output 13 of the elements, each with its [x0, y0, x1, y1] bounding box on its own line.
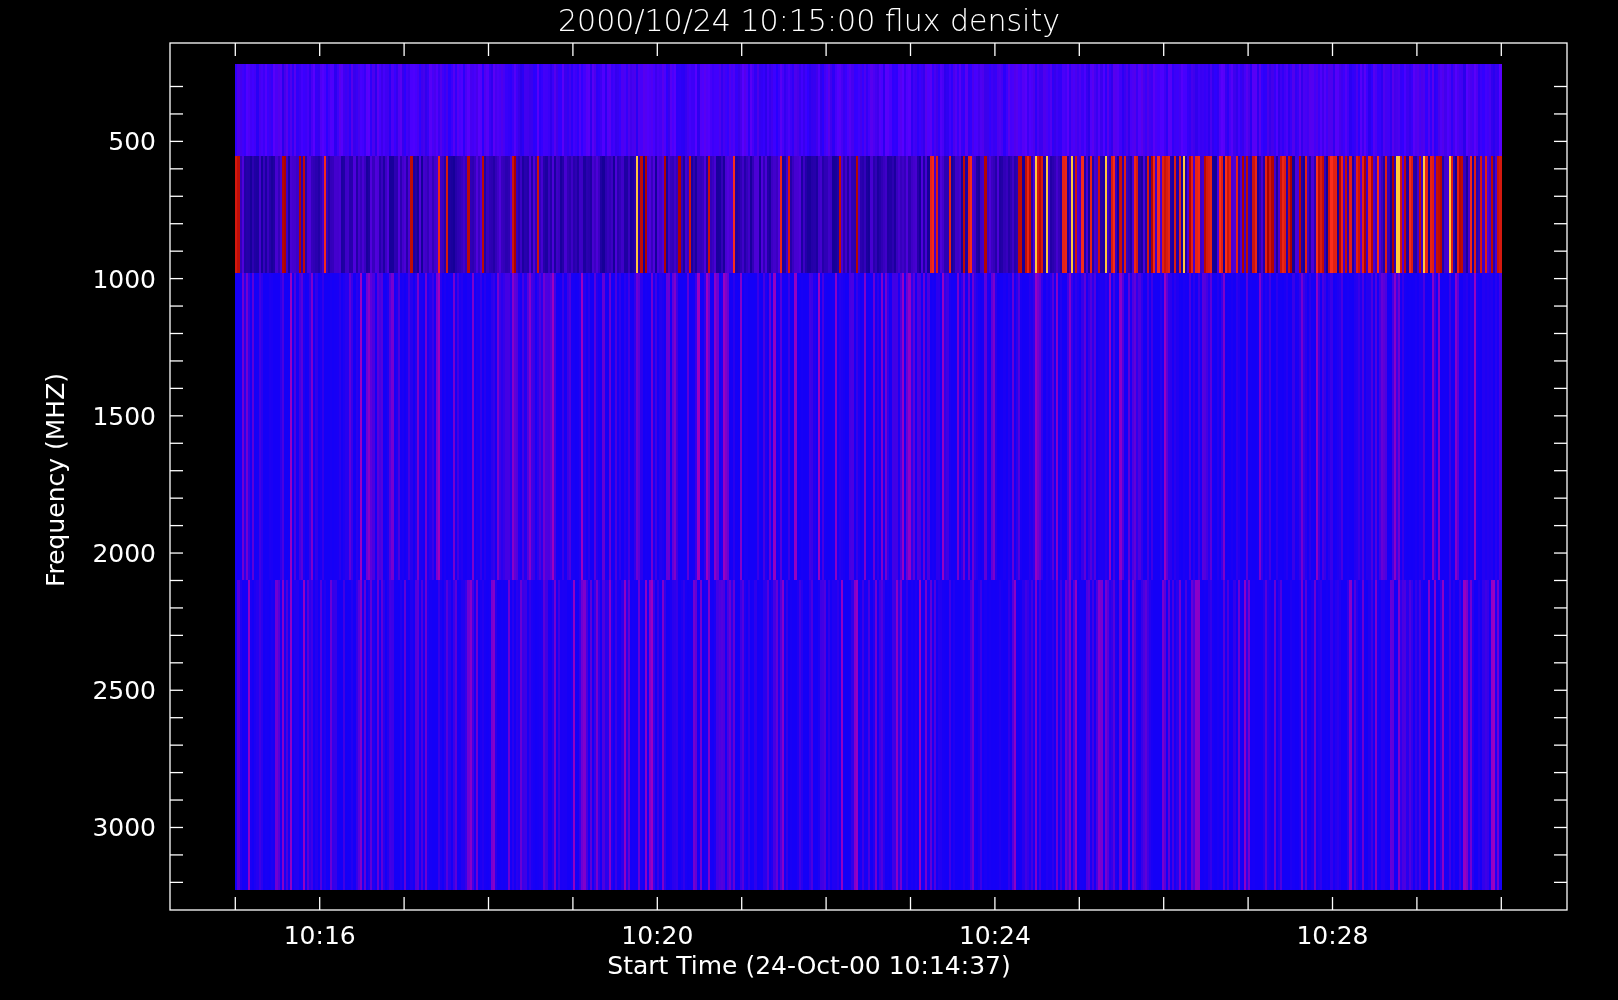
axis-tick-label: 1500	[92, 401, 156, 431]
axis-tick-label: 500	[108, 127, 156, 157]
axis-tick-label: 2000	[92, 539, 156, 569]
axis-tick-label: 2500	[92, 676, 156, 706]
axis-tick-label: 1000	[92, 264, 156, 294]
axis-tick-label: 10:20	[621, 921, 694, 950]
axis-tick-label: 10:28	[1296, 921, 1369, 950]
chart-title: 2000/10/24 10:15:00 flux density	[558, 3, 1060, 38]
axis-tick-label: 10:24	[958, 921, 1031, 950]
axis-title: Frequency (MHZ)	[41, 372, 70, 588]
axis-tick-label: 10:16	[283, 921, 356, 950]
axis-tick-label: 3000	[92, 813, 156, 843]
axis-title: Start Time (24-Oct-00 10:14:37)	[607, 951, 1011, 980]
